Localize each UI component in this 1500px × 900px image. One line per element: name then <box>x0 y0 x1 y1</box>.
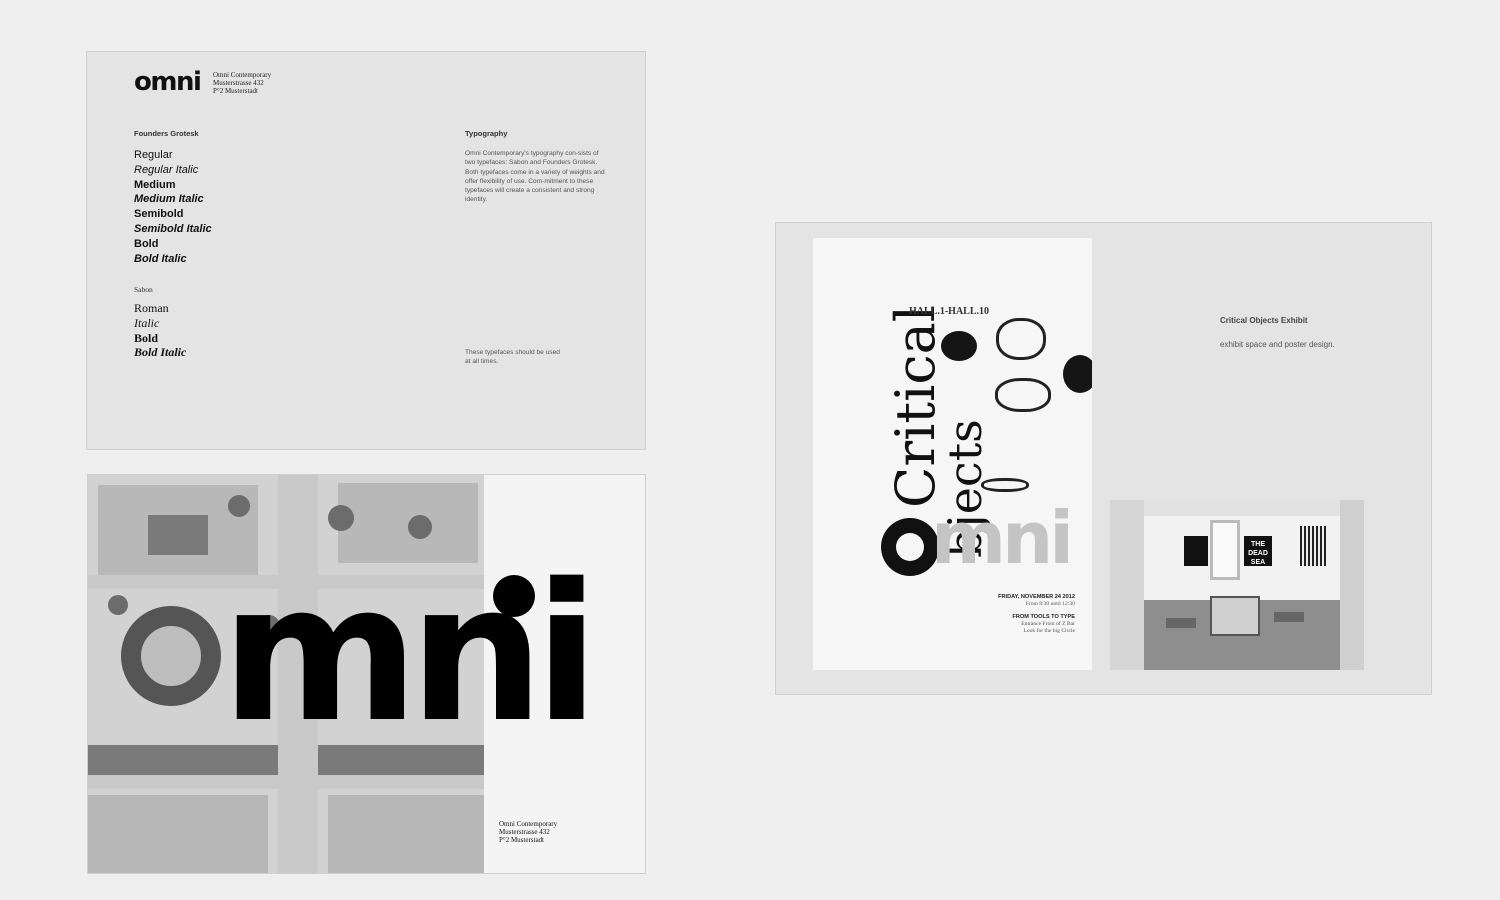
weight-semibold: Semibold <box>134 208 184 221</box>
address-line: Musterstrasse 432 <box>499 828 550 836</box>
weight-semibold-italic: Semibold Italic <box>134 222 212 235</box>
weight-roman: Roman <box>134 301 169 315</box>
weight-medium-italic: Medium Italic <box>134 193 204 206</box>
exhibit-title: Critical Objects Exhibit <box>1220 316 1308 325</box>
poster-hall: HALL.1-HALL.10 <box>909 306 990 317</box>
weight-italic: Italic <box>134 315 160 330</box>
weight-regular-italic: Regular Italic <box>134 163 199 176</box>
weight-bold-italic: Bold Italic <box>134 252 187 265</box>
weight-medium: Medium <box>134 178 176 191</box>
poster-omni-wordmark: mni <box>931 496 1074 580</box>
ink-blob <box>941 331 977 361</box>
sans-weights-list: Regular Regular Italic Medium Medium Ita… <box>134 148 212 266</box>
address-block: Omni Contemporary Musterstrasse 432 P°2 … <box>499 820 557 844</box>
exhibit-photo: THE DEAD SEA <box>1110 500 1364 670</box>
omni-logo: omni <box>134 67 202 97</box>
typography-page: omni Omni Contemporary Musterstrasse 432… <box>86 51 646 450</box>
address-line: Omni Contemporary <box>213 71 272 79</box>
omni-wordmark: mni <box>221 543 599 764</box>
artwork <box>1184 536 1208 566</box>
poster-entrance: Entrance Front of Z Bar <box>1021 621 1075 627</box>
address-line: P°2 Musterstadt <box>499 836 544 844</box>
exhibit-subtitle: exhibit space and poster design. <box>1220 340 1335 349</box>
weight-bold: Bold <box>134 237 159 250</box>
weight-regular: Regular <box>134 149 173 161</box>
rotunda-ring <box>121 606 221 706</box>
exhibit-page: Critical bjects mni HALL.1-HALL.10 FRIDA… <box>775 222 1432 695</box>
artwork-dead-sea: THE DEAD SEA <box>1244 536 1272 566</box>
typography-body: Omni Contemporary's typography con-sists… <box>465 150 605 204</box>
weight-bold: Bold <box>134 330 159 345</box>
poster-hint: Look for the big Circle <box>1023 628 1075 634</box>
ink-scribble <box>996 318 1046 360</box>
poster-time: From 8:30 until 12:30 <box>1025 601 1075 607</box>
exhibit-table <box>1210 596 1260 636</box>
aerial-omni-page: mni Omni Contemporary Musterstrasse 432 … <box>87 474 646 874</box>
typography-heading: Typography <box>465 129 508 138</box>
serif-weights-list: Roman Italic Bold Bold Italic <box>134 301 186 360</box>
address-block: Omni Contemporary Musterstrasse 432 P°2 … <box>213 71 271 95</box>
typography-note: These typefaces should be used at all ti… <box>465 349 560 366</box>
ink-scribble <box>995 378 1051 412</box>
poster-event: FROM TOOLS TO TYPE <box>1012 614 1075 620</box>
address-line: P°2 Musterstadt <box>213 87 258 95</box>
i-dot <box>493 575 535 617</box>
serif-heading: Sabon <box>134 285 153 294</box>
critical-objects-poster: Critical bjects mni HALL.1-HALL.10 FRIDA… <box>813 238 1092 670</box>
artwork-grid <box>1300 526 1326 566</box>
ink-scribble <box>981 478 1029 492</box>
address-line: Omni Contemporary <box>499 820 558 828</box>
ink-blob <box>1063 355 1092 393</box>
poster-details: FRIDAY, NOVEMBER 24 2012 From 8:30 until… <box>998 594 1075 635</box>
poster-date: FRIDAY, NOVEMBER 24 2012 <box>998 594 1075 600</box>
sans-heading: Founders Grotesk <box>134 129 199 138</box>
address-line: Musterstrasse 432 <box>213 79 264 87</box>
weight-bold-italic: Bold Italic <box>134 345 187 360</box>
